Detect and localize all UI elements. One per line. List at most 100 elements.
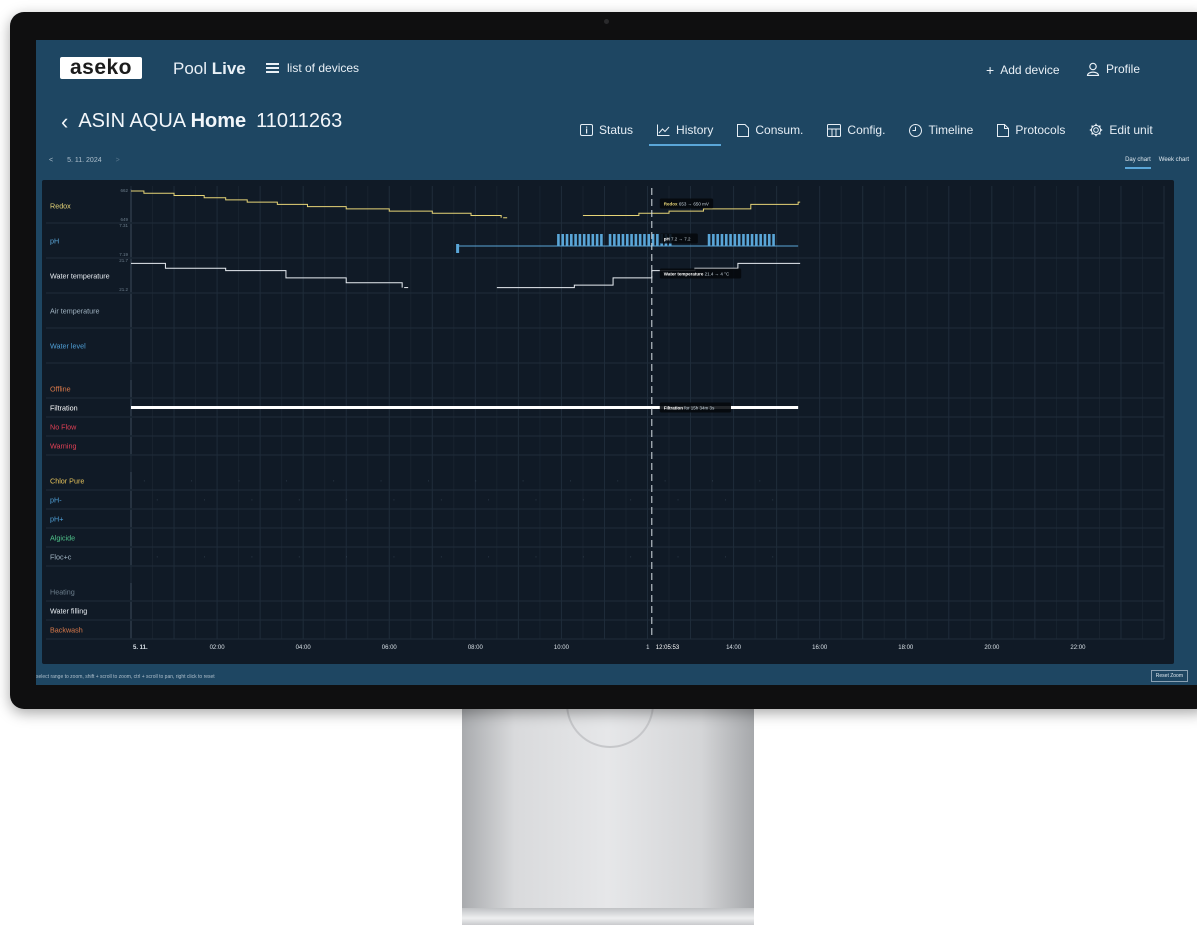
week-chart-tab[interactable]: Week chart xyxy=(1159,157,1189,169)
app-title-bold: Live xyxy=(211,59,246,78)
ph-pulse xyxy=(617,234,620,246)
ph-pulse xyxy=(625,234,629,246)
dose-marker xyxy=(298,499,300,501)
tab-history[interactable]: History xyxy=(645,116,725,146)
row-label: Algicide xyxy=(50,534,75,543)
ph-pulse xyxy=(570,234,573,246)
dose-marker xyxy=(346,499,348,501)
tab-edit-unit-label: Edit unit xyxy=(1109,123,1153,137)
prev-day-button[interactable]: < xyxy=(49,157,53,164)
user-icon xyxy=(1086,62,1100,76)
back-arrow-icon[interactable]: ‹ xyxy=(61,110,68,132)
dose-marker xyxy=(393,499,395,501)
ph-pulse xyxy=(591,234,595,246)
next-day-button[interactable]: > xyxy=(116,157,120,164)
row-ymax-label: 21.7 xyxy=(119,258,128,263)
dose-marker xyxy=(440,556,442,558)
dose-marker xyxy=(380,480,382,482)
ph-pulse xyxy=(707,234,711,246)
history-chart[interactable]: Redox 662 649 Redox 653 → 650 mV pH 7.31 7.19 p… xyxy=(42,180,1174,664)
tab-history-label: History xyxy=(676,123,714,137)
tab-protocols[interactable]: Protocols xyxy=(985,116,1077,144)
history-chart-svg[interactable]: Redox 662 649 Redox 653 → 650 mV pH 7.31 7.19 p… xyxy=(42,180,1174,664)
dose-marker xyxy=(156,556,158,558)
protocol-icon xyxy=(997,123,1010,137)
ph-pulse xyxy=(772,234,775,246)
x-tick-label: 1 xyxy=(646,645,650,651)
tab-timeline-label: Timeline xyxy=(928,123,974,137)
x-tick-label: 5. 11. xyxy=(133,645,148,651)
dose-marker xyxy=(724,556,726,558)
info-icon xyxy=(580,124,593,136)
dose-marker xyxy=(630,499,632,501)
row-label: Offline xyxy=(50,385,71,394)
row-label: Water level xyxy=(50,342,86,351)
dose-marker xyxy=(677,499,679,501)
day-chart-tab[interactable]: Day chart xyxy=(1125,157,1151,169)
row-ymin-label: 7.19 xyxy=(119,252,128,257)
tab-status[interactable]: Status xyxy=(568,116,645,144)
list-of-devices-link[interactable]: list of devices xyxy=(266,61,359,75)
dose-marker xyxy=(712,480,713,482)
row-ymin-label: 649 xyxy=(120,217,128,222)
reset-zoom-button[interactable]: Reset Zoom xyxy=(1150,670,1188,682)
row-label: pH xyxy=(50,237,59,246)
dose-marker xyxy=(251,556,253,558)
settings-grid-icon xyxy=(827,123,842,137)
ph-pulse xyxy=(587,234,590,246)
ph-pulse xyxy=(767,234,771,246)
current-date[interactable]: 5. 11. 2024 xyxy=(67,157,102,164)
row-label: Chlor Pure xyxy=(50,477,84,486)
dose-marker xyxy=(488,499,490,501)
ph-pulse xyxy=(595,234,599,246)
ph-pulse xyxy=(759,234,762,246)
unit-name-bold: Home xyxy=(190,110,247,132)
dose-marker xyxy=(724,499,726,501)
monitor-stand-base xyxy=(462,908,754,925)
row-label: Water filling xyxy=(50,607,87,616)
cursor-time-label: 12:05:53 xyxy=(656,645,680,651)
x-tick-label: 20:00 xyxy=(984,645,1000,651)
unit-serial: 11011263 xyxy=(256,110,343,132)
tooltip-text: Redox 653 → 650 mV xyxy=(664,202,709,207)
dose-marker xyxy=(204,556,205,558)
row-label: Backwash xyxy=(50,626,83,635)
x-tick-label: 02:00 xyxy=(210,645,226,651)
unit-name-light: ASIN AQUA xyxy=(78,110,191,132)
dose-marker xyxy=(582,499,584,501)
tab-timeline[interactable]: Timeline xyxy=(897,116,985,144)
ph-pulse xyxy=(600,234,603,246)
gear-icon xyxy=(1090,123,1103,137)
tab-config[interactable]: Config. xyxy=(815,116,897,144)
chart-tooltip: Redox 653 → 650 mV xyxy=(659,198,714,209)
profile-button[interactable]: Profile xyxy=(1086,62,1140,76)
ph-pulse xyxy=(565,234,569,246)
dose-marker xyxy=(251,499,253,501)
x-tick-label: 16:00 xyxy=(812,645,828,651)
row-label: Warning xyxy=(50,442,77,451)
ph-pulse xyxy=(656,234,659,246)
ph-pulse xyxy=(746,234,750,246)
row-label: Heating xyxy=(50,588,75,597)
dose-marker xyxy=(346,556,348,558)
app-title-light: Pool xyxy=(173,59,212,78)
chart-tooltip: pH 7.2 → 7.2 xyxy=(659,233,698,244)
aseko-logo[interactable]: aseko xyxy=(60,57,142,79)
tab-consum[interactable]: Consum. xyxy=(725,116,815,144)
chart-tooltip: Filtration for 15h 34m 3s xyxy=(659,402,732,413)
ph-pulse xyxy=(557,234,560,246)
tab-edit-unit[interactable]: Edit unit xyxy=(1077,116,1164,144)
row-label: No Flow xyxy=(50,423,77,432)
dose-marker xyxy=(617,480,619,482)
ph-pulse xyxy=(456,244,460,253)
dose-marker xyxy=(143,480,145,482)
add-device-button[interactable]: + Add device xyxy=(986,62,1060,78)
ph-pulse xyxy=(720,234,724,246)
chart-tooltip: Water temperature 21.4 → 4 °C xyxy=(659,268,742,279)
date-navigation: < 5. 11. 2024 > xyxy=(49,157,120,164)
chart-switch: Day chart Week chart xyxy=(1125,157,1189,169)
tooltip-text: Filtration for 15h 34m 3s xyxy=(664,406,715,411)
ph-pulse xyxy=(643,234,646,246)
ph-pulse xyxy=(712,234,715,246)
dose-marker xyxy=(238,480,240,482)
